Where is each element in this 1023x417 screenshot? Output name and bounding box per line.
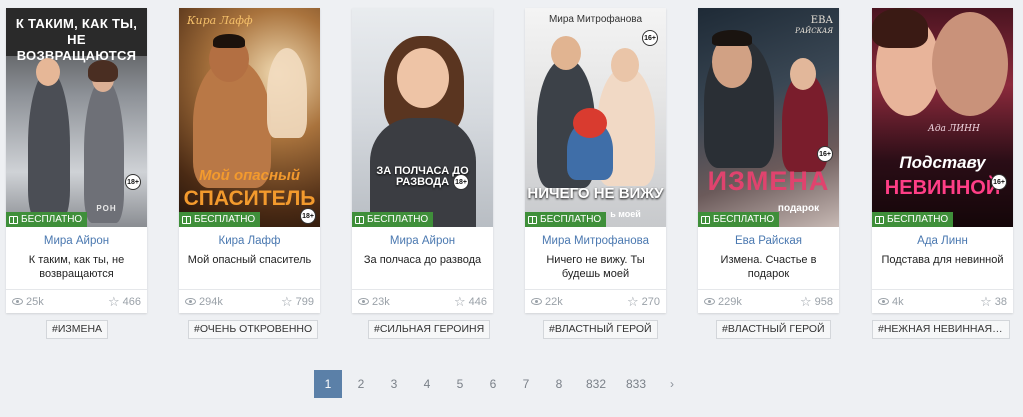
book-icon [182,215,191,224]
book-card: ЗА ПОЛЧАСА ДО РАЗВОДА 18+ БЕСПЛАТНО Мира… [352,8,493,313]
book-icon [355,215,364,224]
page-833-button[interactable]: 833 [618,370,654,398]
book-stats: 25k ☆ 466 [6,289,147,313]
book-title-link[interactable]: Ничего не вижу. Ты будешь моей [529,253,662,281]
book-item: Кира Лафф Мой опасный СПАСИТЕЛЬ 18+ БЕСП… [179,8,320,313]
eye-icon [185,298,196,305]
book-cover[interactable]: К ТАКИМ, КАК ТЫ, НЕ ВОЗВРАЩАЮТСЯ РОН 18+… [6,8,147,227]
book-icon [528,215,537,224]
eye-icon [878,298,889,305]
book-author-link[interactable]: Ада Линн [876,234,1009,248]
book-cover[interactable]: Ада ЛИНН Подставу НЕВИННОЙ 16+ БЕСПЛАТНО [872,8,1013,227]
stars-count: 958 [814,295,833,308]
book-item: ЕВА РАЙСКАЯ 16+ ИЗМЕНА подарок БЕСПЛАТНО… [698,8,839,313]
page-4-button[interactable]: 4 [413,370,441,398]
page-6-button[interactable]: 6 [479,370,507,398]
page-5-button[interactable]: 5 [446,370,474,398]
age-rating-badge: 16+ [642,30,658,46]
age-rating-badge: 18+ [125,174,141,190]
stars-count: 38 [994,295,1007,308]
genre-tag[interactable]: #ВЛАСТНЫЙ ГЕРОЙ [543,320,658,339]
eye-icon [358,298,369,305]
free-badge: БЕСПЛАТНО [352,212,434,227]
free-badge: БЕСПЛАТНО [6,212,88,227]
book-item: Мира Митрофанова 16+ НИЧЕГО НЕ ВИЖУ ь мо… [525,8,666,313]
page-2-button[interactable]: 2 [347,370,375,398]
eye-icon [531,298,542,305]
book-item: Ада ЛИНН Подставу НЕВИННОЙ 16+ БЕСПЛАТНО… [872,8,1013,313]
book-cover[interactable]: Мира Митрофанова 16+ НИЧЕГО НЕ ВИЖУ ь мо… [525,8,666,227]
book-card: Мира Митрофанова 16+ НИЧЕГО НЕ ВИЖУ ь мо… [525,8,666,313]
book-cover[interactable]: ЕВА РАЙСКАЯ 16+ ИЗМЕНА подарок БЕСПЛАТНО [698,8,839,227]
page-8-button[interactable]: 8 [545,370,573,398]
page-832-button[interactable]: 832 [578,370,614,398]
book-title-link[interactable]: Мой опасный спаситель [183,253,316,267]
eye-icon [704,298,715,305]
genre-tag[interactable]: #ОЧЕНЬ ОТКРОВЕННО [188,320,319,339]
star-icon: ☆ [280,294,293,309]
book-stats: 23k ☆ 446 [352,289,493,313]
views-count: 22k [545,295,563,308]
page-1-button[interactable]: 1 [314,370,342,398]
age-rating-badge: 18+ [300,208,316,224]
age-rating-badge: 16+ [991,174,1007,190]
book-icon [875,215,884,224]
book-title-link[interactable]: Измена. Счастье в подарок [702,253,835,281]
book-stats: 22k ☆ 270 [525,289,666,313]
star-icon: ☆ [980,294,992,309]
book-stats: 294k ☆ 799 [179,289,320,313]
genre-tag[interactable]: #СИЛЬНАЯ ГЕРОИНЯ [368,320,491,339]
stars-count: 799 [295,295,314,308]
eye-icon [12,298,23,305]
book-icon [701,215,710,224]
free-badge: БЕСПЛАТНО [872,212,954,227]
book-title-link[interactable]: К таким, как ты, не возвращаются [10,253,143,281]
page-7-button[interactable]: 7 [512,370,540,398]
book-item: К ТАКИМ, КАК ТЫ, НЕ ВОЗВРАЩАЮТСЯ РОН 18+… [6,8,147,313]
cover-title: К ТАКИМ, КАК ТЫ, НЕ ВОЗВРАЩАЮТСЯ [6,8,147,63]
book-author-link[interactable]: Ева Райская [702,234,835,248]
views-count: 294k [199,295,223,308]
views-count: 25k [26,295,44,308]
book-stats: 4k ☆ 38 [872,289,1013,313]
pagination: 1 2 3 4 5 6 7 8 832 833 › [314,370,691,398]
book-author-link[interactable]: Мира Айрон [356,234,489,248]
free-badge: БЕСПЛАТНО [698,212,780,227]
stars-count: 446 [468,295,487,308]
next-page-chevron-icon[interactable]: › [658,370,686,398]
book-card: К ТАКИМ, КАК ТЫ, НЕ ВОЗВРАЩАЮТСЯ РОН 18+… [6,8,147,313]
book-cover[interactable]: Кира Лафф Мой опасный СПАСИТЕЛЬ 18+ БЕСП… [179,8,320,227]
book-card: Кира Лафф Мой опасный СПАСИТЕЛЬ 18+ БЕСП… [179,8,320,313]
book-cover[interactable]: ЗА ПОЛЧАСА ДО РАЗВОДА 18+ БЕСПЛАТНО [352,8,493,227]
book-item: ЗА ПОЛЧАСА ДО РАЗВОДА 18+ БЕСПЛАТНО Мира… [352,8,493,313]
star-icon: ☆ [107,294,120,309]
book-title-link[interactable]: За полчаса до развода [356,253,489,267]
stars-count: 466 [122,295,141,308]
age-rating-badge: 16+ [817,146,833,162]
free-badge: БЕСПЛАТНО [179,212,261,227]
genre-tag[interactable]: #НЕЖНАЯ НЕВИННАЯ ГЕРОИНЯ [872,320,1010,339]
book-title-link[interactable]: Подстава для невинной [876,253,1009,267]
book-author-link[interactable]: Мира Айрон [10,234,143,248]
star-icon: ☆ [626,294,639,309]
age-rating-badge: 18+ [453,174,469,190]
star-icon: ☆ [799,294,812,309]
free-badge: БЕСПЛАТНО [525,212,607,227]
views-count: 4k [892,295,904,308]
book-grid: К ТАКИМ, КАК ТЫ, НЕ ВОЗВРАЩАЮТСЯ РОН 18+… [6,8,1023,343]
views-count: 23k [372,295,390,308]
stars-count: 270 [641,295,660,308]
genre-tag[interactable]: #ИЗМЕНА [46,320,109,339]
star-icon: ☆ [453,294,466,309]
book-icon [9,215,18,224]
book-author-link[interactable]: Кира Лафф [183,234,316,248]
book-stats: 229k ☆ 958 [698,289,839,313]
page-3-button[interactable]: 3 [380,370,408,398]
book-author-link[interactable]: Мира Митрофанова [529,234,662,248]
book-card: Ада ЛИНН Подставу НЕВИННОЙ 16+ БЕСПЛАТНО… [872,8,1013,313]
book-card: ЕВА РАЙСКАЯ 16+ ИЗМЕНА подарок БЕСПЛАТНО… [698,8,839,313]
views-count: 229k [718,295,742,308]
genre-tag[interactable]: #ВЛАСТНЫЙ ГЕРОЙ [716,320,831,339]
